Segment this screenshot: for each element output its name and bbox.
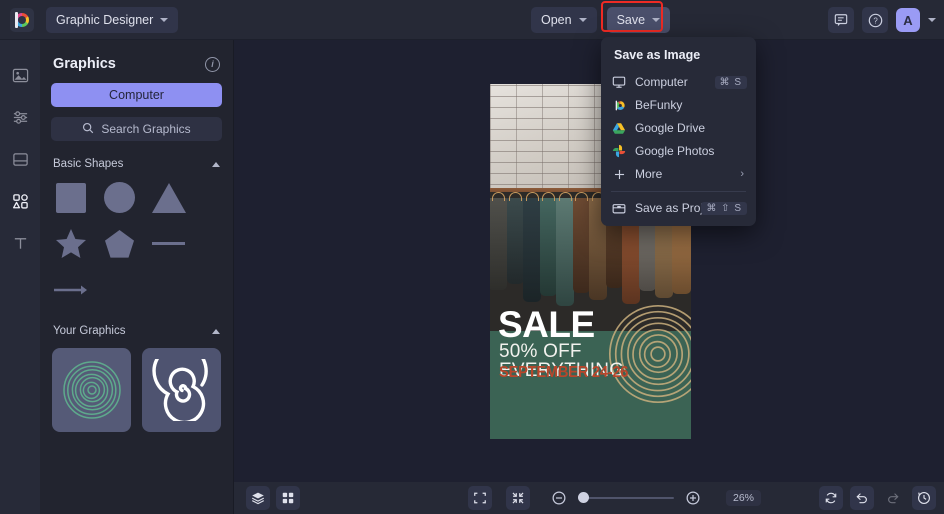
arrow-shape[interactable] <box>52 271 89 308</box>
computer-upload-button[interactable]: Computer <box>51 83 222 107</box>
page-title: Graphics <box>53 56 116 72</box>
star-shape[interactable] <box>52 225 89 262</box>
menu-divider <box>611 191 746 192</box>
poster-date: SEPTEMBER 24-26 <box>499 365 628 381</box>
monitor-icon <box>612 75 626 89</box>
zoom-controls: 26% <box>468 486 761 510</box>
chevron-down-icon <box>579 18 587 22</box>
history-icon[interactable] <box>912 486 936 510</box>
chevron-right-icon: › <box>740 168 744 180</box>
menu-item-save-as-project[interactable]: Save as Project ⌘ ⇧ S <box>601 197 756 219</box>
info-icon[interactable]: i <box>205 57 220 72</box>
zoom-in-button[interactable] <box>682 487 704 509</box>
question-circle-icon[interactable]: ? <box>862 7 888 33</box>
basic-shapes-grid <box>40 179 233 308</box>
menu-item-google-drive[interactable]: Google Drive <box>601 117 756 139</box>
chevron-down-icon <box>160 18 168 22</box>
circle-shape[interactable] <box>101 179 138 216</box>
poster-headline: SALE <box>498 306 595 343</box>
computer-button-label: Computer <box>109 88 164 102</box>
section-title: Your Graphics <box>53 325 125 337</box>
zoom-out-button[interactable] <box>548 487 570 509</box>
save-button-label: Save <box>617 13 646 27</box>
layers-icon[interactable] <box>246 486 270 510</box>
undo-icon[interactable] <box>850 486 874 510</box>
search-placeholder-label: Search Graphics <box>101 122 190 136</box>
topbar-right-actions: ? A <box>828 7 936 33</box>
pentagon-shape[interactable] <box>101 225 138 262</box>
menu-item-label: Google Drive <box>635 121 705 135</box>
sidebar-item-graphics-tool[interactable] <box>0 180 40 222</box>
befunky-logo-icon[interactable] <box>10 8 34 32</box>
graphics-panel: Graphics i Computer Search Graphics Basi… <box>40 40 234 514</box>
save-dropdown-menu: Save as Image Computer ⌘ S BeFunky <box>601 37 756 226</box>
topbar-center-actions: Open Save <box>531 7 670 33</box>
avatar-initial: A <box>903 13 912 28</box>
save-menu-title: Save as Image <box>601 44 756 70</box>
menu-item-google-photos[interactable]: Google Photos <box>601 140 756 162</box>
section-your-graphics-header[interactable]: Your Graphics <box>40 308 233 346</box>
mode-selector-label: Graphic Designer <box>56 13 153 27</box>
menu-item-more[interactable]: More › <box>601 163 756 185</box>
grid-icon[interactable] <box>276 486 300 510</box>
menu-item-label: BeFunky <box>635 98 682 112</box>
avatar[interactable]: A <box>896 8 920 32</box>
section-basic-shapes-header[interactable]: Basic Shapes <box>40 141 233 179</box>
open-button-label: Open <box>541 13 572 27</box>
top-bar: Graphic Designer Open Save ? <box>0 0 944 40</box>
menu-item-label: More <box>635 167 662 181</box>
section-title: Basic Shapes <box>53 158 123 170</box>
google-drive-icon <box>612 121 626 135</box>
open-button[interactable]: Open <box>531 7 597 33</box>
triangle-shape[interactable] <box>150 179 187 216</box>
plus-icon <box>612 167 626 181</box>
menu-item-shortcut: ⌘ S <box>715 76 747 89</box>
tool-rail <box>0 40 40 514</box>
save-button[interactable]: Save <box>607 7 671 33</box>
line-shape[interactable] <box>150 225 187 262</box>
menu-item-label: Computer <box>635 75 688 89</box>
concentric-spiral-graphic[interactable] <box>52 348 131 432</box>
sidebar-item-template-tool[interactable] <box>0 138 40 180</box>
avatar-chevron-down-icon[interactable] <box>928 18 936 22</box>
your-graphics-grid <box>40 346 233 432</box>
chat-bubble-icon[interactable] <box>828 7 854 33</box>
svg-text:?: ? <box>873 16 878 25</box>
bottom-bar: 26% <box>234 482 944 514</box>
search-graphics-input[interactable]: Search Graphics <box>51 117 222 141</box>
mode-selector[interactable]: Graphic Designer <box>46 7 178 33</box>
search-icon <box>82 122 94 137</box>
zoom-slider-handle[interactable] <box>578 492 589 503</box>
sidebar-item-image-tool[interactable] <box>0 54 40 96</box>
redo-icon[interactable] <box>881 486 905 510</box>
chevron-down-icon <box>652 18 660 22</box>
folder-icon <box>612 201 626 215</box>
reset-icon[interactable] <box>819 486 843 510</box>
menu-item-computer[interactable]: Computer ⌘ S <box>601 71 756 93</box>
sidebar-item-edit-tool[interactable] <box>0 96 40 138</box>
shrink-screen-icon[interactable] <box>506 486 530 510</box>
history-controls <box>819 486 936 510</box>
menu-item-label: Google Photos <box>635 144 714 158</box>
zoom-slider[interactable] <box>578 497 674 499</box>
fit-screen-icon[interactable] <box>468 486 492 510</box>
chevron-up-icon <box>212 162 220 167</box>
sidebar-item-text-tool[interactable] <box>0 222 40 264</box>
canvas-area[interactable]: SALE 50% OFF EVERYTHING SEPTEMBER 24-26 <box>234 40 944 482</box>
zoom-level-value[interactable]: 26% <box>726 490 761 506</box>
menu-item-shortcut: ⌘ ⇧ S <box>701 202 747 215</box>
white-spiral-graphic[interactable] <box>142 348 221 432</box>
google-photos-icon <box>612 144 626 158</box>
chevron-up-icon <box>212 329 220 334</box>
menu-item-befunky[interactable]: BeFunky <box>601 94 756 116</box>
panel-header: Graphics i <box>40 40 233 83</box>
square-shape[interactable] <box>52 179 89 216</box>
befunky-logo-icon <box>612 98 626 112</box>
